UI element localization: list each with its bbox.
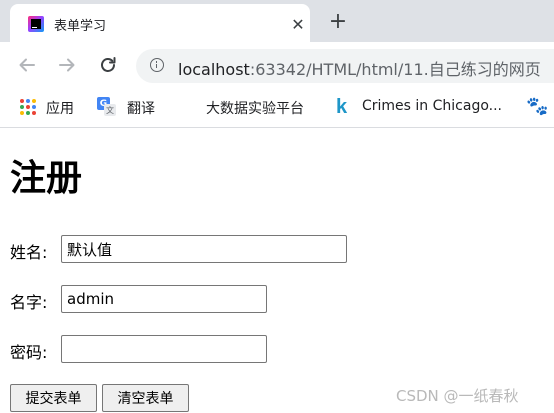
reload-icon[interactable] — [94, 51, 122, 79]
page-title: 注册 — [10, 158, 83, 199]
tab-close-icon[interactable]: ✕ — [286, 12, 310, 36]
bookmark-label: 大数据实验平台 — [206, 101, 304, 117]
tab-strip: 表单学习 ✕ + — [0, 0, 554, 42]
back-arrow-icon[interactable] — [13, 51, 41, 79]
password-input[interactable] — [61, 335, 267, 363]
baidu-paw-icon: 🐾 — [526, 96, 549, 117]
csdn-watermark: CSDN @一纸春秋 — [396, 387, 519, 405]
form-row-username: 名字: — [10, 285, 270, 313]
form-row-password: 密码: — [10, 335, 270, 363]
forward-arrow-icon[interactable] — [53, 51, 81, 79]
browser-window: 表单学习 ✕ + localhost:63342/HTML/html/11.自己… — [0, 0, 554, 413]
reset-button[interactable]: 清空表单 — [102, 384, 189, 412]
password-label: 密码: — [10, 343, 48, 362]
bookmark-label: 应用 — [46, 101, 74, 117]
form-row-name: 姓名: — [10, 235, 350, 263]
name-input[interactable] — [61, 235, 347, 263]
tab-title: 表单学习 — [54, 19, 107, 34]
bookmark-translate[interactable]: G 文 翻译 — [97, 97, 161, 117]
bookmark-crimes-chicago[interactable]: k Crimes in Chicago... — [336, 96, 511, 118]
bookmark-apps[interactable]: 应用 — [20, 97, 80, 117]
bookmark-label: 翻译 — [127, 101, 155, 117]
url-text: localhost:63342/HTML/html/11.自己练习的网页 — [178, 56, 541, 80]
username-input[interactable] — [61, 285, 267, 313]
apps-grid-icon — [20, 99, 36, 115]
tab-active[interactable]: 表单学习 ✕ — [10, 4, 310, 42]
site-info-icon[interactable] — [150, 58, 164, 72]
name-label: 姓名: — [10, 243, 48, 262]
url-path: :63342/HTML/html/11.自己练习的网页 — [249, 60, 541, 79]
kaggle-icon: k — [336, 96, 348, 118]
submit-button[interactable]: 提交表单 — [10, 384, 97, 412]
bookmark-label: Crimes in Chicago... — [362, 98, 502, 114]
new-tab-icon[interactable]: + — [325, 8, 351, 34]
google-translate-icon: G 文 — [97, 97, 117, 117]
browser-toolbar: localhost:63342/HTML/html/11.自己练习的网页 — [0, 42, 554, 88]
url-host: localhost — [178, 60, 250, 79]
bookmarks-bar: 应用 G 文 翻译 大数据实验平台 k Crimes in Chicago...… — [0, 88, 554, 128]
page-content: 注册 姓名: 名字: 密码: 提交表单 清空表单 CSDN @一纸春秋 — [0, 128, 554, 413]
bookmark-bigdata[interactable]: 大数据实验平台 — [206, 97, 316, 117]
username-label: 名字: — [10, 293, 48, 312]
address-bar[interactable]: localhost:63342/HTML/html/11.自己练习的网页 — [136, 49, 554, 83]
bookmark-baidu[interactable]: 🐾 — [526, 96, 550, 117]
jetbrains-favicon-icon — [28, 16, 44, 32]
